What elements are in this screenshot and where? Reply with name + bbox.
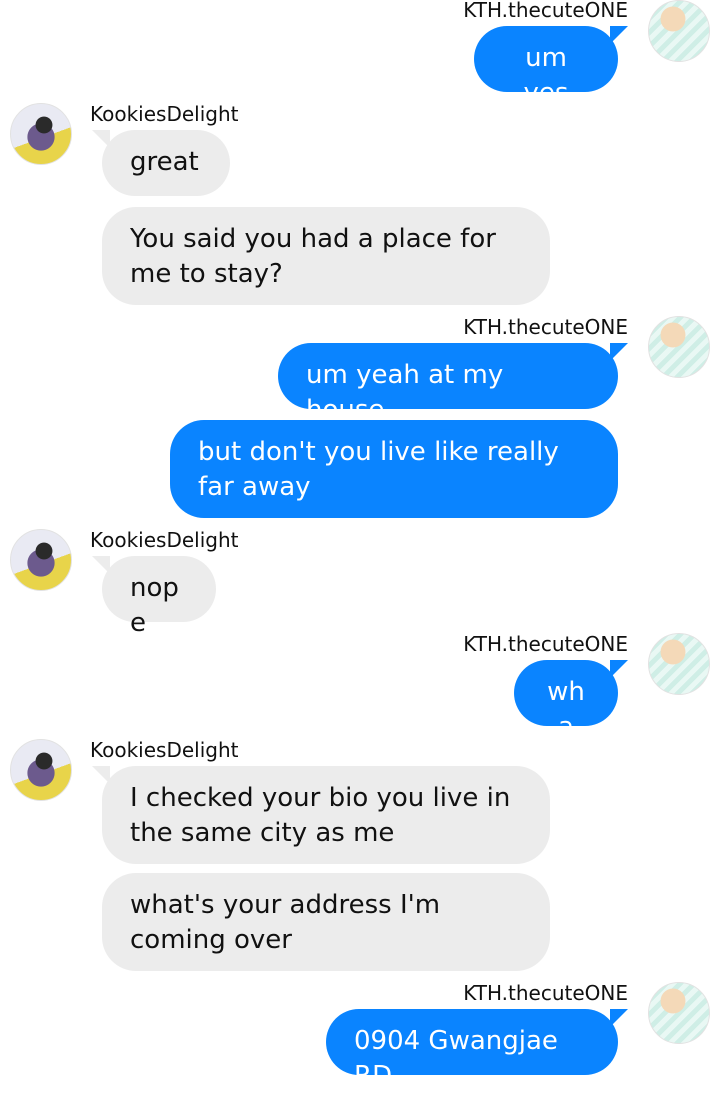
message-bubble[interactable]: but don't you live like really far away [170, 420, 618, 518]
kookies-avatar[interactable] [10, 739, 72, 801]
message-bubble[interactable]: You said you had a place for me to stay? [102, 207, 550, 305]
kookies-avatar[interactable] [10, 103, 72, 165]
message-bubble[interactable]: um yeah at my house... [278, 343, 628, 425]
kth-avatar[interactable] [648, 316, 710, 378]
message-bubble[interactable]: nope [92, 556, 216, 638]
message-bubble[interactable]: great [92, 130, 230, 196]
sender-name: KTH.thecuteONE [463, 0, 628, 22]
kookies-avatar[interactable] [10, 529, 72, 591]
kth-avatar[interactable] [648, 982, 710, 1044]
message-bubble[interactable]: 0904 Gwangjae RD [326, 1009, 628, 1091]
message-bubble[interactable]: um yes [474, 26, 628, 108]
sender-name: KTH.thecuteONE [463, 632, 628, 656]
message-bubble[interactable]: I checked your bio you live in the same … [92, 766, 550, 864]
receiver-name: KookiesDelight [90, 528, 239, 552]
message-bubble[interactable]: what's your address I'm coming over [102, 873, 550, 971]
receiver-name: KookiesDelight [90, 102, 239, 126]
kth-avatar[interactable] [648, 0, 710, 62]
receiver-name: KookiesDelight [90, 738, 239, 762]
sender-name: KTH.thecuteONE [463, 315, 628, 339]
kth-avatar[interactable] [648, 633, 710, 695]
message-bubble[interactable]: wha [514, 660, 628, 742]
sender-name: KTH.thecuteONE [463, 981, 628, 1005]
